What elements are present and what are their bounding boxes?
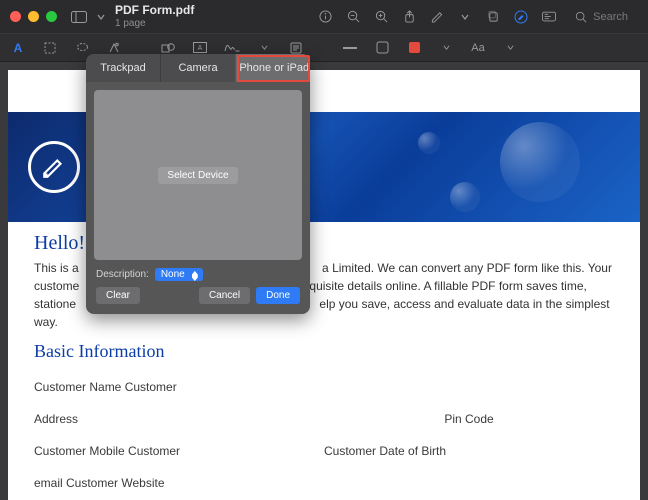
stroke-color-icon[interactable]: [374, 40, 390, 56]
filename-label: PDF Form.pdf: [115, 4, 194, 17]
line-weight-icon[interactable]: [342, 40, 358, 56]
basic-information-heading: Basic Information: [34, 341, 614, 362]
minimize-window-button[interactable]: [28, 11, 39, 22]
select-rect-icon[interactable]: [42, 40, 58, 56]
search-placeholder: Search: [593, 11, 628, 23]
field-dob: Customer Date of Birth: [324, 444, 614, 458]
field-pin-code: Pin Code: [324, 412, 614, 426]
select-device-button[interactable]: Select Device: [158, 167, 237, 184]
popover-actions: Clear Cancel Done: [86, 287, 310, 314]
done-button[interactable]: Done: [256, 287, 300, 304]
svg-text:A: A: [198, 45, 203, 52]
field-mobile: Customer Mobile Customer: [34, 444, 324, 458]
markup-pencil-icon[interactable]: [430, 10, 444, 24]
share-icon[interactable]: [402, 10, 416, 24]
dropdown-chevron-icon[interactable]: [458, 10, 472, 24]
zoom-out-icon[interactable]: [346, 10, 360, 24]
form-icon[interactable]: [542, 10, 556, 24]
dropdown-chevron-icon[interactable]: [438, 40, 454, 56]
window-controls: [10, 11, 57, 22]
document-title-group: PDF Form.pdf 1 page: [115, 4, 194, 28]
signature-canvas[interactable]: Select Device: [94, 90, 302, 260]
field-customer-name: Customer Name Customer: [34, 380, 324, 394]
search-field[interactable]: Search: [570, 7, 638, 27]
banner-bubble-decoration: [450, 182, 480, 212]
info-icon[interactable]: [318, 10, 332, 24]
banner-bubble-decoration: [418, 132, 440, 154]
tab-iphone-ipad[interactable]: iPhone or iPad: [235, 54, 310, 82]
title-bar: PDF Form.pdf 1 page Search: [0, 0, 648, 34]
description-select[interactable]: None: [155, 268, 203, 281]
tab-camera[interactable]: Camera: [160, 54, 235, 82]
markup-toggle-icon[interactable]: [514, 10, 528, 24]
search-icon: [574, 10, 588, 24]
signature-popover: Trackpad Camera iPhone or iPad Select De…: [86, 54, 310, 314]
description-label: Description:: [96, 269, 149, 280]
rotate-icon[interactable]: [486, 10, 500, 24]
page-count-label: 1 page: [115, 18, 194, 29]
edit-emblem-icon: [28, 141, 80, 193]
zoom-in-icon[interactable]: [374, 10, 388, 24]
close-window-button[interactable]: [10, 11, 21, 22]
clear-button[interactable]: Clear: [96, 287, 140, 304]
tab-trackpad[interactable]: Trackpad: [86, 54, 160, 82]
text-format-icon[interactable]: Aa: [470, 40, 486, 56]
cancel-button[interactable]: Cancel: [199, 287, 250, 304]
signature-source-tabs: Trackpad Camera iPhone or iPad: [86, 54, 310, 82]
field-email-website: email Customer Website: [34, 476, 324, 490]
description-row: Description: None: [86, 268, 310, 287]
fill-color-icon[interactable]: [406, 40, 422, 56]
form-fields: Customer Name Customer Address Pin Code …: [34, 380, 614, 490]
text-style-icon[interactable]: A: [10, 40, 26, 56]
description-select-wrap[interactable]: None: [155, 268, 203, 281]
field-address: Address: [34, 412, 324, 426]
dropdown-chevron-icon[interactable]: [97, 13, 105, 21]
sidebar-toggle-icon[interactable]: [71, 11, 87, 23]
fullscreen-window-button[interactable]: [46, 11, 57, 22]
dropdown-chevron-icon[interactable]: [502, 40, 518, 56]
banner-bubble-decoration: [500, 122, 580, 202]
title-bar-right: Search: [318, 7, 638, 27]
